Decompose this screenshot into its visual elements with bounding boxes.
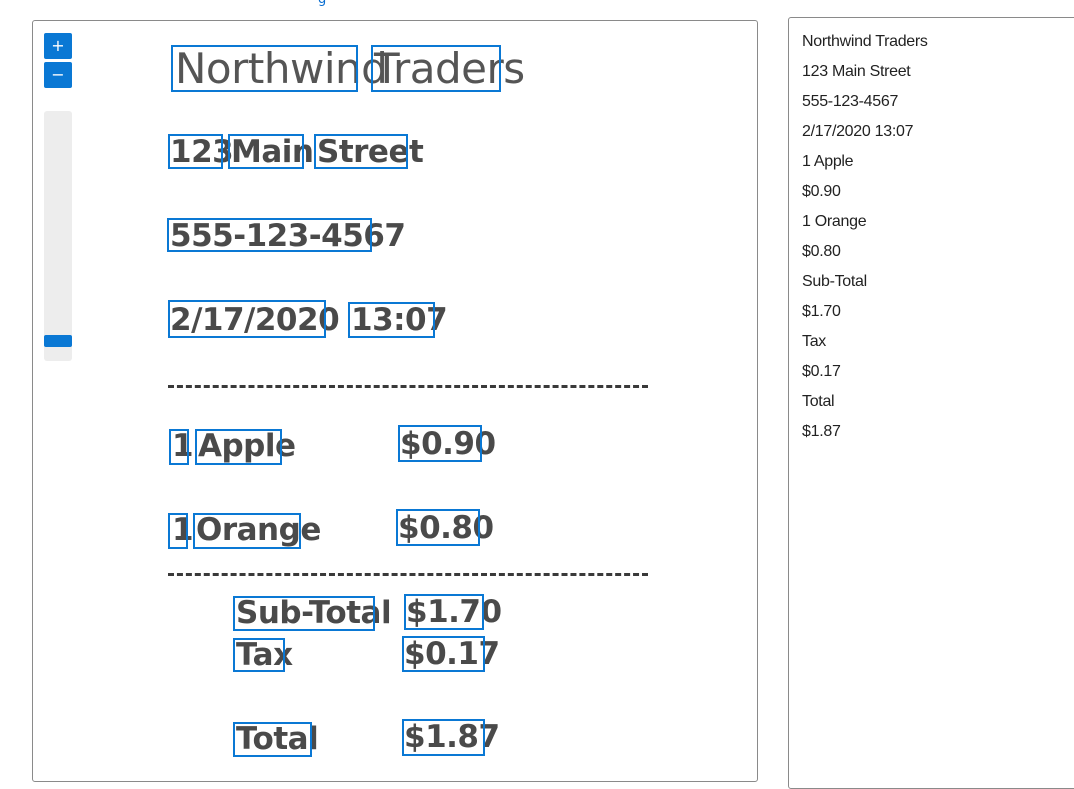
zoom-slider-track[interactable] bbox=[44, 111, 72, 361]
ocr-bounding-box bbox=[404, 594, 484, 630]
ocr-bounding-box bbox=[169, 429, 189, 465]
ocr-result-line: 123 Main Street bbox=[802, 63, 911, 80]
ocr-result-line: Northwind Traders bbox=[802, 33, 928, 50]
ocr-bounding-box bbox=[402, 636, 485, 672]
ocr-result-line: $1.87 bbox=[802, 423, 841, 440]
ocr-bounding-box bbox=[167, 218, 372, 252]
zoom-in-button[interactable]: + bbox=[44, 33, 72, 59]
receipt-image-viewer[interactable]: + − Northwind Traders 123 Main Street 55… bbox=[32, 20, 758, 782]
top-link-fragment[interactable]: g bbox=[318, 0, 326, 7]
ocr-bounding-box bbox=[402, 719, 485, 756]
ocr-result-line: Tax bbox=[802, 333, 826, 350]
ocr-bounding-box bbox=[168, 134, 223, 169]
ocr-result-line: 2/17/2020 13:07 bbox=[802, 123, 914, 140]
ocr-result-line: $1.70 bbox=[802, 303, 841, 320]
ocr-bounding-box bbox=[228, 134, 304, 169]
ocr-result-line: Total bbox=[802, 393, 835, 410]
ocr-result-line: $0.90 bbox=[802, 183, 841, 200]
ocr-results-list: Northwind Traders 123 Main Street 555-12… bbox=[789, 18, 1074, 450]
ocr-bounding-box bbox=[233, 596, 375, 631]
ocr-bounding-box bbox=[168, 300, 326, 338]
ocr-bounding-box bbox=[348, 302, 435, 338]
ocr-bounding-box bbox=[233, 638, 285, 672]
zoom-slider-thumb[interactable] bbox=[44, 335, 72, 347]
ocr-result-line: 1 Orange bbox=[802, 213, 867, 230]
ocr-bounding-box bbox=[314, 134, 408, 169]
ocr-bounding-box bbox=[233, 722, 312, 757]
zoom-out-button[interactable]: − bbox=[44, 62, 72, 88]
ocr-results-panel: Northwind Traders 123 Main Street 555-12… bbox=[788, 17, 1074, 789]
ocr-bounding-box bbox=[396, 509, 480, 546]
ocr-result-line: $0.80 bbox=[802, 243, 841, 260]
ocr-result-line: 555-123-4567 bbox=[802, 93, 899, 110]
ocr-result-line: Sub-Total bbox=[802, 273, 867, 290]
receipt-divider bbox=[168, 573, 648, 576]
ocr-bounding-box bbox=[195, 429, 282, 465]
ocr-bounding-box bbox=[168, 513, 188, 549]
ocr-bounding-box bbox=[193, 513, 301, 549]
receipt-divider bbox=[168, 385, 648, 388]
ocr-result-line: 1 Apple bbox=[802, 153, 854, 170]
ocr-result-line: $0.17 bbox=[802, 363, 841, 380]
ocr-bounding-box bbox=[371, 45, 501, 92]
ocr-bounding-box bbox=[171, 45, 358, 92]
ocr-bounding-box bbox=[398, 425, 482, 462]
